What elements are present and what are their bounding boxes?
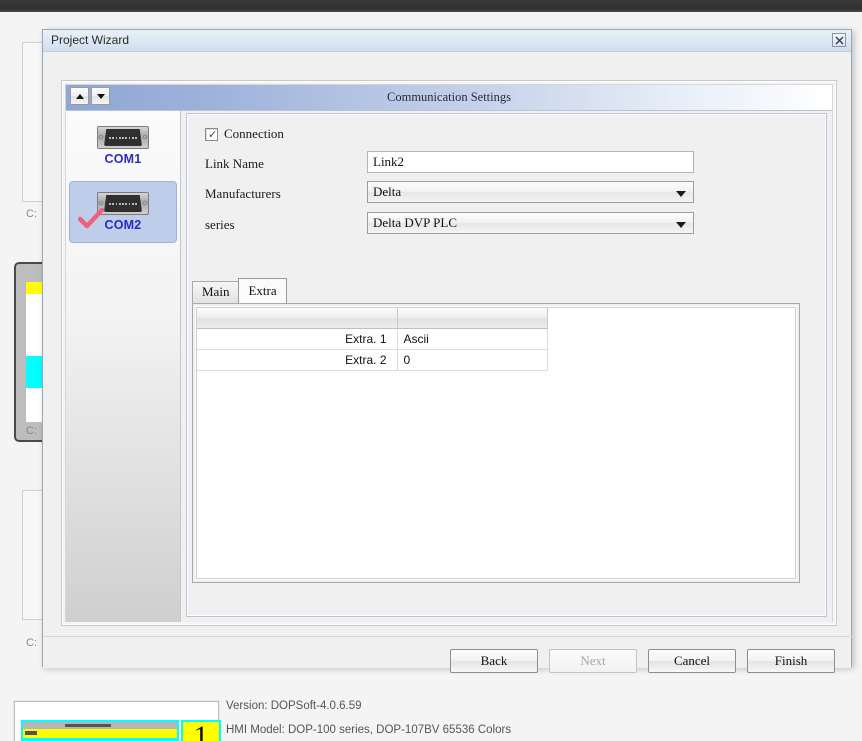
panel-header: Communication Settings <box>66 85 832 111</box>
dialog-title: Project Wizard <box>51 33 130 47</box>
connection-checkbox-row[interactable]: ✓ Connection <box>205 126 284 142</box>
screen-number-box: 1 <box>181 720 221 741</box>
back-button-label: Back <box>480 653 508 668</box>
series-label: series <box>205 217 235 232</box>
extra-table: Extra. 1 Ascii Extra. 2 0 <box>197 308 548 371</box>
table-cell-value[interactable]: 0 <box>397 349 548 371</box>
chevron-down-icon <box>676 222 686 228</box>
table-header-value[interactable] <box>397 308 548 329</box>
com-port-list: COM1 COM2 <box>66 111 181 622</box>
tab-main[interactable]: Main <box>192 281 240 303</box>
com-port-label-com1: COM1 <box>104 152 142 166</box>
connection-checkbox[interactable]: ✓ <box>205 127 218 141</box>
series-dropdown[interactable]: Delta DVP PLC <box>367 212 694 234</box>
connection-checkbox-label: Connection <box>224 126 284 141</box>
chevron-down-icon <box>676 191 686 197</box>
status-info-block: Version: DOPSoft-4.0.6.59 HMI Model: DOP… <box>226 700 511 741</box>
dialog-titlebar: Project Wizard <box>43 30 851 52</box>
table-cell-value[interactable]: Ascii <box>397 328 548 350</box>
wizard-inner-frame: Communication Settings COM1 COM2 ✓ Conne… <box>65 84 833 622</box>
manufacturers-value: Delta <box>373 184 402 199</box>
table-header-row <box>197 308 548 329</box>
footer-separator <box>43 636 853 637</box>
manufacturers-label: Manufacturers <box>205 186 281 201</box>
back-button[interactable]: Back <box>450 649 538 673</box>
table-cell-key: Extra. 1 <box>197 328 398 350</box>
tab-extra-label: Extra <box>248 283 277 298</box>
table-row[interactable]: Extra. 2 0 <box>197 349 548 371</box>
screen-thumbnail-1[interactable]: 1 <box>14 701 221 741</box>
dialog-body: Communication Settings COM1 COM2 ✓ Conne… <box>43 52 853 673</box>
db9-serial-port-icon <box>97 126 149 149</box>
screen-thumbnail-content <box>21 720 179 741</box>
settings-content-area: ✓ Connection Link Name Manufacturers Del… <box>181 111 832 622</box>
thumb-yellow-row <box>23 729 177 738</box>
version-label: Version: DOPSoft-4.0.6.59 <box>226 700 362 712</box>
hmi-model-label: HMI Model: DOP-100 series, DOP-107BV 655… <box>226 724 512 736</box>
cancel-button-label: Cancel <box>673 653 711 668</box>
db9-serial-port-icon <box>97 192 149 215</box>
link-name-label: Link Name <box>205 156 264 171</box>
desktop-top-bar <box>0 0 862 12</box>
thumb-titlebar <box>23 722 177 729</box>
background-drive-label-1: C: <box>26 208 37 220</box>
project-wizard-dialog: Project Wizard Communication Settings CO… <box>42 29 853 673</box>
com-port-item-com2[interactable]: COM2 <box>69 181 177 243</box>
tab-main-label: Main <box>202 284 230 299</box>
screen-number-label: 1 <box>193 720 209 741</box>
settings-tabstrip: Main Extra <box>192 278 287 303</box>
com-port-label-com2: COM2 <box>104 218 142 232</box>
background-drive-label-3: C: <box>26 637 37 649</box>
series-value: Delta DVP PLC <box>373 215 458 230</box>
next-button: Next <box>549 649 637 673</box>
next-button-label: Next <box>580 653 606 668</box>
close-icon[interactable] <box>832 33 846 47</box>
panel-header-title: Communication Settings <box>387 90 511 104</box>
finish-button-label: Finish <box>774 653 808 668</box>
settings-content-box: ✓ Connection Link Name Manufacturers Del… <box>186 113 827 617</box>
manufacturers-dropdown[interactable]: Delta <box>367 181 694 203</box>
table-row[interactable]: Extra. 1 Ascii <box>197 328 548 350</box>
checkmark-icon: ✓ <box>208 127 218 141</box>
background-drive-label-2: C: <box>26 425 37 437</box>
wizard-outer-frame: Communication Settings COM1 COM2 ✓ Conne… <box>61 80 837 626</box>
com-port-item-com1[interactable]: COM1 <box>69 115 177 177</box>
finish-button[interactable]: Finish <box>747 649 835 673</box>
table-cell-key: Extra. 2 <box>197 349 398 371</box>
link-name-input[interactable] <box>367 151 694 173</box>
tab-extra[interactable]: Extra <box>238 278 287 303</box>
cancel-button[interactable]: Cancel <box>648 649 736 673</box>
extra-parameters-panel: Extra. 1 Ascii Extra. 2 0 <box>192 303 800 583</box>
extra-parameters-grid[interactable]: Extra. 1 Ascii Extra. 2 0 <box>196 307 796 579</box>
wizard-button-row: Back Next Cancel Finish <box>450 649 835 673</box>
table-header-key[interactable] <box>197 308 398 329</box>
